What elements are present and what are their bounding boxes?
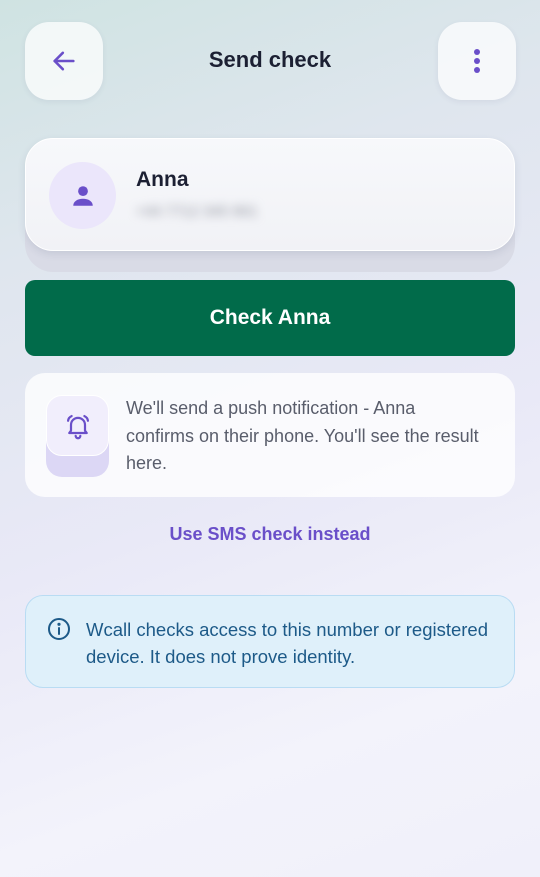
push-info-text: We'll send a push notification - Anna co…	[126, 398, 479, 473]
bell-tile-surface	[46, 395, 109, 456]
bell-tile	[46, 395, 109, 477]
info-circle-icon	[48, 618, 70, 640]
contact-phone: +44 7712 345 901	[136, 203, 258, 220]
contact-card: Anna +44 7712 345 901	[25, 138, 515, 272]
top-bar: Send check	[0, 0, 540, 122]
avatar	[49, 162, 116, 229]
more-options-button[interactable]	[438, 22, 516, 100]
identity-notice: Wcall checks access to this number or re…	[25, 595, 515, 688]
sms-check-link[interactable]: Use SMS check instead	[0, 524, 540, 545]
contact-card-surface: Anna +44 7712 345 901	[25, 138, 515, 251]
person-icon	[72, 185, 93, 206]
push-info-card: We'll send a push notification - Anna co…	[25, 373, 515, 497]
identity-notice-text: Wcall checks access to this number or re…	[86, 619, 489, 667]
contact-name: Anna	[136, 168, 189, 191]
bell-ringing-icon	[66, 414, 89, 439]
check-contact-button[interactable]: Check Anna	[25, 280, 515, 356]
more-vertical-icon	[474, 49, 480, 73]
